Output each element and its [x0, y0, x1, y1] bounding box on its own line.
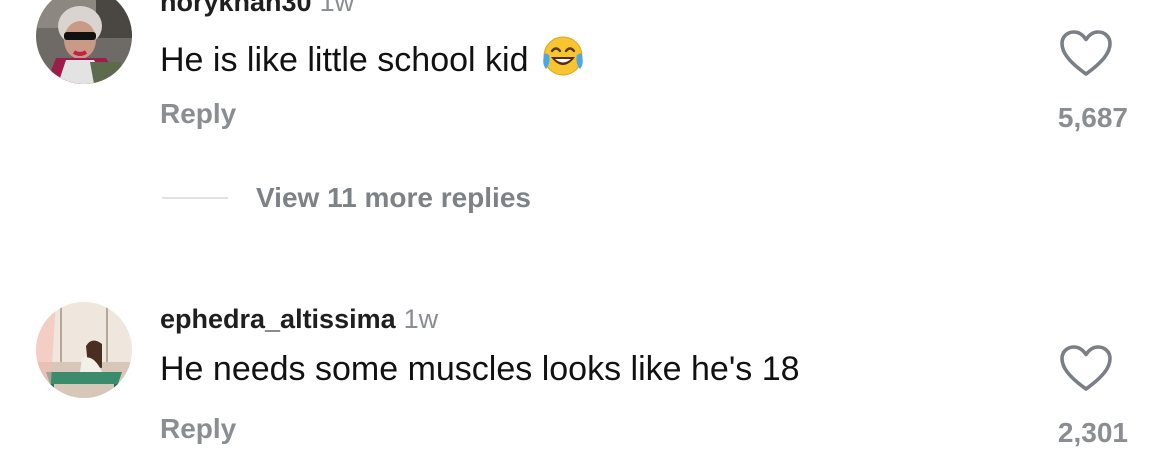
like-count: 5,687 — [1057, 102, 1128, 133]
comment-meta: ephedra_altissima 1w — [160, 303, 438, 335]
comment-body: He is like little school kid — [160, 41, 529, 79]
comment-meta: norykhan30 1w — [160, 0, 354, 18]
heart-outline-icon — [1058, 343, 1114, 393]
timestamp: 1w — [319, 0, 355, 17]
username[interactable]: ephedra_altissima — [160, 304, 396, 334]
username[interactable]: norykhan30 — [160, 0, 312, 17]
view-more-replies-button[interactable]: View 11 more replies — [162, 180, 531, 216]
face-with-tears-of-joy-icon — [540, 33, 586, 79]
comment-text: He is like little school kid — [160, 33, 586, 80]
timestamp: 1w — [403, 304, 439, 334]
like-count: 2,301 — [1057, 417, 1128, 448]
avatar[interactable] — [36, 302, 132, 398]
heart-outline-icon — [1058, 28, 1114, 78]
like-button[interactable] — [1058, 343, 1114, 393]
avatar[interactable] — [36, 0, 132, 84]
reply-button[interactable]: Reply — [160, 412, 236, 446]
like-button[interactable] — [1058, 28, 1114, 78]
comments-list: norykhan30 1w He is like little school ki… — [0, 0, 1170, 462]
comment-body: He needs some muscles looks like he's 18 — [160, 350, 800, 388]
view-more-replies-label: View 11 more replies — [256, 182, 531, 213]
reply-button[interactable]: Reply — [160, 97, 236, 131]
replies-divider-line — [162, 197, 228, 199]
comment-text: He needs some muscles looks like he's 18 — [160, 349, 800, 389]
